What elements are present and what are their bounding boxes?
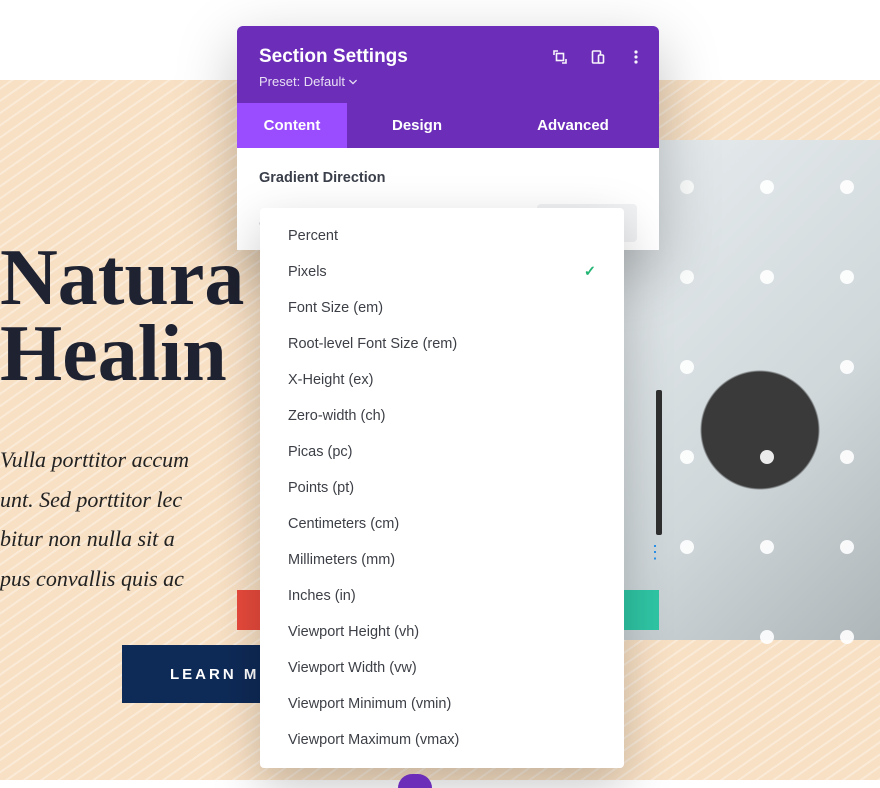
unit-label: Root-level Font Size (rem) <box>288 336 457 352</box>
modal-header[interactable]: Section Settings Preset: Default <box>237 26 659 103</box>
unit-option-ch[interactable]: Zero-width (ch) <box>260 398 624 434</box>
hero-title: Natura Healin <box>0 240 244 392</box>
tab-content-label: Content <box>264 117 321 134</box>
unit-label: Inches (in) <box>288 588 356 604</box>
preset-selector[interactable]: Preset: Default <box>259 74 357 89</box>
preset-label: Preset: Default <box>259 74 345 89</box>
page-root: Natura Healin Vulla porttitor accum unt.… <box>0 0 880 788</box>
unit-option-ex[interactable]: X-Height (ex) <box>260 362 624 398</box>
unit-label: Pixels <box>288 264 327 280</box>
tab-design-label: Design <box>392 117 442 134</box>
unit-label: Viewport Width (vw) <box>288 660 417 676</box>
expand-icon[interactable] <box>551 48 569 66</box>
save-button-edge[interactable] <box>623 590 659 630</box>
unit-label: Viewport Maximum (vmax) <box>288 732 459 748</box>
checkmark-icon: ✓ <box>584 264 596 280</box>
tab-advanced-label: Advanced <box>537 117 609 134</box>
unit-label: Centimeters (cm) <box>288 516 399 532</box>
row-options-icon[interactable]: ⋮ <box>646 542 665 563</box>
unit-option-cm[interactable]: Centimeters (cm) <box>260 506 624 542</box>
hero-title-line2: Healin <box>0 316 244 392</box>
unit-option-vmax[interactable]: Viewport Maximum (vmax) <box>260 722 624 758</box>
unit-label: Viewport Height (vh) <box>288 624 419 640</box>
unit-option-em[interactable]: Font Size (em) <box>260 290 624 326</box>
unit-label: Percent <box>288 228 338 244</box>
unit-option-percent[interactable]: Percent <box>260 218 624 254</box>
unit-option-vw[interactable]: Viewport Width (vw) <box>260 650 624 686</box>
tab-advanced[interactable]: Advanced <box>487 103 659 148</box>
unit-option-pc[interactable]: Picas (pc) <box>260 434 624 470</box>
unit-option-in[interactable]: Inches (in) <box>260 578 624 614</box>
field-label-gradient-direction: Gradient Direction <box>259 170 637 186</box>
unit-option-rem[interactable]: Root-level Font Size (rem) <box>260 326 624 362</box>
tab-content[interactable]: Content <box>237 103 347 148</box>
modal-header-actions <box>551 48 645 66</box>
unit-option-vmin[interactable]: Viewport Minimum (vmin) <box>260 686 624 722</box>
responsive-icon[interactable] <box>589 48 607 66</box>
more-vert-icon[interactable] <box>627 48 645 66</box>
modal-tabs: Content Design Advanced <box>237 103 659 148</box>
hero-title-line1: Natura <box>0 240 244 316</box>
unit-label: Points (pt) <box>288 480 354 496</box>
unit-dropdown: Percent Pixels ✓ Font Size (em) Root-leve… <box>260 208 624 768</box>
unit-label: Picas (pc) <box>288 444 352 460</box>
unit-label: Millimeters (mm) <box>288 552 395 568</box>
unit-label: Viewport Minimum (vmin) <box>288 696 451 712</box>
tab-design[interactable]: Design <box>347 103 487 148</box>
unit-option-pt[interactable]: Points (pt) <box>260 470 624 506</box>
chevron-down-icon <box>349 78 357 86</box>
unit-label: X-Height (ex) <box>288 372 373 388</box>
unit-option-pixels[interactable]: Pixels ✓ <box>260 254 624 290</box>
unit-label: Zero-width (ch) <box>288 408 386 424</box>
unit-option-mm[interactable]: Millimeters (mm) <box>260 542 624 578</box>
section-hover-handle[interactable] <box>656 390 662 535</box>
cta-label: LEARN MO <box>170 666 274 683</box>
unit-label: Font Size (em) <box>288 300 383 316</box>
unit-option-vh[interactable]: Viewport Height (vh) <box>260 614 624 650</box>
